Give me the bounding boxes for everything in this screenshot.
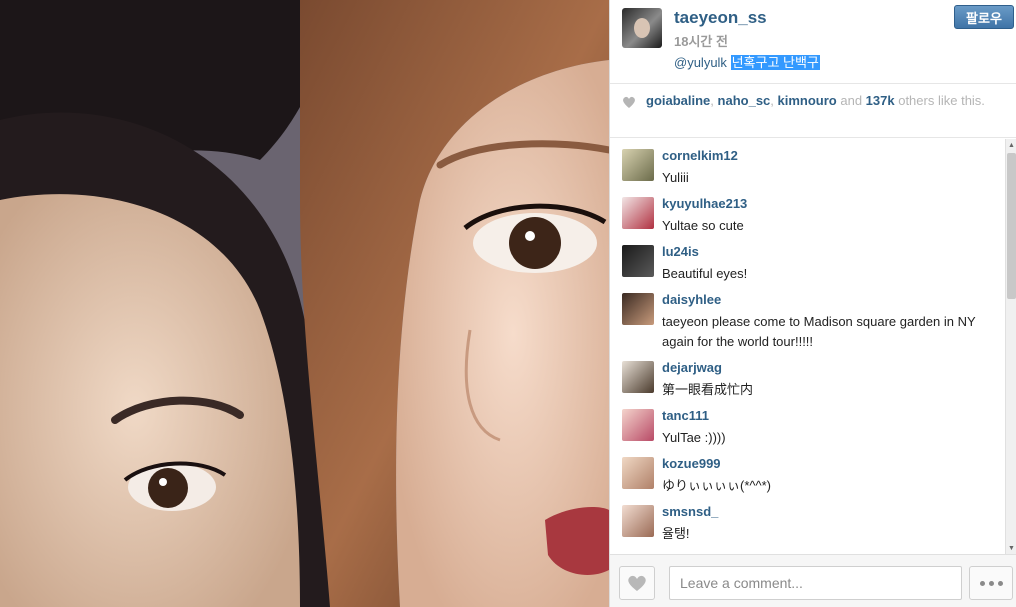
post-header: taeyeon_ss 18시간 전 @yulyulk 넌혹구고 난백구 팔로우 [610,0,1016,84]
likes-summary: goiabaline, naho_sc, kimnouro and 137k o… [610,85,1016,138]
author-username[interactable]: taeyeon_ss [674,8,767,28]
comment-scrollbar[interactable]: ▲ ▼ [1005,139,1016,554]
comment-list: cornelkim12 Yuliii kyuyulhae213 Yultae s… [610,139,1005,554]
ellipsis-icon [979,580,1003,586]
caption-text: 넌혹구고 난백구 [730,55,820,70]
commenter-username[interactable]: cornelkim12 [662,148,738,163]
scroll-down-arrow-icon[interactable]: ▼ [1006,542,1016,554]
liker-link[interactable]: goiabaline [646,93,710,108]
likes-text: goiabaline, naho_sc, kimnouro and 137k o… [646,93,985,108]
likes-suffix: others like this. [898,93,985,108]
comment-text: Yultae so cute [662,218,744,233]
commenter-username[interactable]: dejarjwag [662,360,722,375]
likes-count[interactable]: 137k [866,93,895,108]
commenter-username[interactable]: lu24is [662,244,699,259]
commenter-avatar[interactable] [622,409,654,441]
comment-footer [610,554,1016,607]
comment-text: Yuliii [662,170,689,185]
like-button[interactable] [619,566,655,600]
post-timestamp: 18시간 전 [674,34,728,49]
comment-text: Beautiful eyes! [662,266,748,281]
author-avatar[interactable] [622,8,662,48]
post-caption: @yulyulk 넌혹구고 난백구 [674,52,820,71]
heart-icon [623,96,635,108]
heart-icon [628,575,646,591]
comment-input[interactable] [669,566,962,600]
commenter-username[interactable]: smsnsd_ [662,504,718,519]
liker-link[interactable]: kimnouro [778,93,837,108]
commenter-username[interactable]: tanc111 [662,408,709,423]
commenter-avatar[interactable] [622,197,654,229]
comment-text: taeyeon please come to Madison square ga… [662,314,976,349]
comment-text: YulTae :)))) [662,430,726,445]
commenter-avatar[interactable] [622,457,654,489]
commenter-avatar[interactable] [622,245,654,277]
post-photo [0,0,609,607]
commenter-avatar[interactable] [622,505,654,537]
comment-text: 第一眼看成忙内 [662,382,754,397]
commenter-username[interactable]: kozue999 [662,456,721,471]
comment-text: 율탱! [662,526,690,541]
commenter-username[interactable]: daisyhlee [662,292,721,307]
commenter-avatar[interactable] [622,149,654,181]
commenter-avatar[interactable] [622,361,654,393]
scrollbar-thumb[interactable] [1007,153,1016,299]
commenter-username[interactable]: kyuyulhae213 [662,196,747,211]
liker-link[interactable]: naho_sc [718,93,771,108]
comment-text: ゆりぃぃぃぃ(*^^*) [662,478,771,493]
post-details-panel: taeyeon_ss 18시간 전 @yulyulk 넌혹구고 난백구 팔로우 … [609,0,1016,607]
caption-mention[interactable]: @yulyulk [674,55,727,70]
selfie-image [0,0,609,607]
commenter-avatar[interactable] [622,293,654,325]
follow-button[interactable]: 팔로우 [954,5,1014,29]
more-options-button[interactable] [969,566,1013,600]
scroll-up-arrow-icon[interactable]: ▲ [1006,139,1016,151]
